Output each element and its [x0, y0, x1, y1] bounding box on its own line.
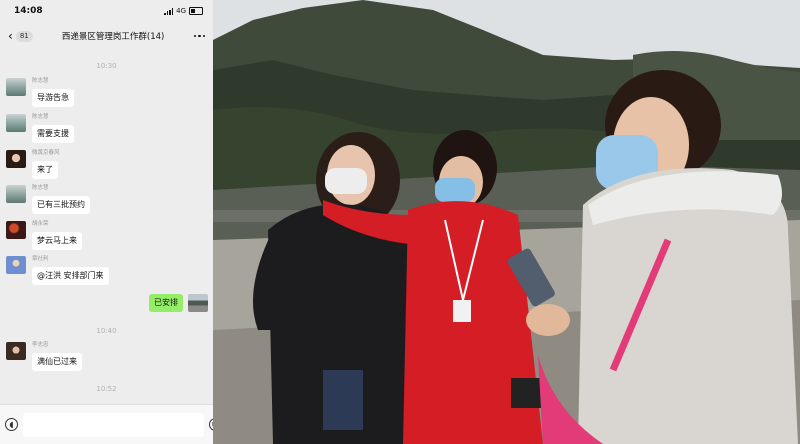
chat-title: 西递景区管理岗工作群(14): [61, 32, 165, 42]
message-row: 陈志慧 导游告急: [6, 78, 74, 107]
message-bubble-outgoing[interactable]: 已安排: [149, 294, 183, 312]
photo-illustration: [213, 0, 800, 444]
message-row: 胡永荣 梦云马上来: [6, 221, 82, 250]
more-options-icon[interactable]: [193, 34, 205, 38]
message-bubble[interactable]: 需要支援: [32, 125, 74, 143]
timestamp: 10:52: [96, 385, 117, 393]
status-time: 14:08: [14, 6, 43, 16]
message-row: 微黄京春风 来了: [6, 150, 60, 179]
sender-name: 章社利: [32, 256, 49, 262]
message-row-outgoing: 已安排: [149, 294, 208, 312]
message-row: 章社利 @汪洪 安排部门来: [6, 256, 109, 285]
avatar[interactable]: [6, 114, 26, 132]
status-icons: 4G: [164, 7, 203, 15]
timestamp: 10:30: [96, 62, 117, 70]
input-bar: ◖ ☺ +: [0, 404, 213, 444]
sender-name: 微黄京春风: [32, 150, 60, 156]
status-bar: 14:08 4G: [0, 0, 213, 22]
network-label: 4G: [176, 7, 186, 15]
avatar[interactable]: [6, 342, 26, 360]
chevron-left-icon: ‹: [8, 29, 13, 43]
message-input[interactable]: [23, 412, 204, 437]
chat-header: ‹ 81 西递景区管理岗工作群(14): [0, 22, 213, 50]
message-bubble[interactable]: 已有三批预约: [32, 196, 90, 214]
avatar[interactable]: [6, 221, 26, 239]
message-bubble[interactable]: 梦云马上来: [32, 232, 82, 250]
unread-count-badge: 81: [15, 30, 33, 42]
message-row: 李志忠 满仙已过来: [6, 342, 82, 371]
message-row: 陈志慧 需要支援: [6, 114, 74, 143]
signal-icon: [164, 7, 174, 15]
sender-name: 陈志慧: [32, 185, 49, 191]
avatar-self[interactable]: [188, 294, 208, 312]
scenic-photo: [213, 0, 800, 444]
avatar[interactable]: [6, 150, 26, 168]
chat-screenshot: 14:08 4G ‹ 81 西递景区管理岗工作群(14) 10:30 陈志慧 导…: [0, 0, 213, 444]
message-bubble[interactable]: 满仙已过来: [32, 353, 82, 371]
avatar[interactable]: [6, 185, 26, 203]
back-button[interactable]: ‹ 81: [8, 30, 33, 42]
message-bubble[interactable]: @汪洪 安排部门来: [32, 267, 109, 285]
sender-name: 李志忠: [32, 342, 49, 348]
message-row: 陈志慧 已有三批预约: [6, 185, 90, 214]
voice-icon[interactable]: ◖: [5, 418, 18, 431]
battery-icon: [189, 7, 203, 15]
sender-name: 胡永荣: [32, 221, 49, 227]
avatar[interactable]: [6, 256, 26, 274]
sender-name: 陈志慧: [32, 114, 49, 120]
message-bubble[interactable]: 导游告急: [32, 89, 74, 107]
sender-name: 陈志慧: [32, 78, 49, 84]
avatar[interactable]: [6, 78, 26, 96]
message-bubble[interactable]: 来了: [32, 161, 58, 179]
timestamp: 10:40: [96, 327, 117, 335]
